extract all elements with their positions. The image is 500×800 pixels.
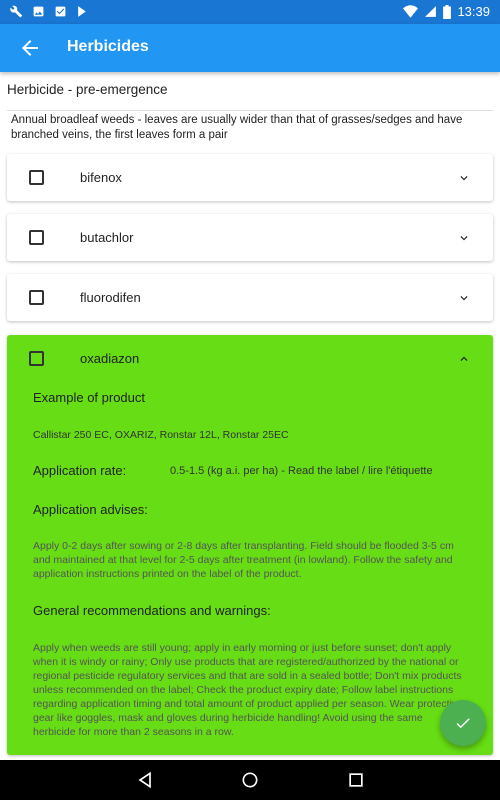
wifi-icon — [403, 5, 419, 18]
check-icon — [456, 718, 470, 729]
section-description: Annual broadleaf weeds - leaves are usua… — [11, 114, 463, 141]
wrench-icon — [10, 5, 23, 18]
herbicide-item-butachlor[interactable]: butachlor — [7, 214, 493, 261]
status-time: 13:39 — [457, 4, 490, 19]
recommendations-text: Apply when weeds are still young; apply … — [33, 642, 463, 738]
signal-icon — [425, 6, 437, 17]
app-bar: Herbicides — [0, 24, 500, 72]
rate-label: Application rate: — [33, 463, 127, 478]
play-store-icon — [78, 6, 86, 17]
item-checkbox[interactable] — [29, 170, 44, 185]
rate-value: 0.5-1.5 (kg a.i. per ha) - Read the labe… — [170, 465, 433, 477]
herbicide-item-bifenox[interactable]: bifenox — [7, 154, 493, 201]
herbicide-item-oxadiazon[interactable]: oxadiazon Example of product Callistar 2… — [7, 335, 493, 755]
chevron-down-icon[interactable] — [457, 291, 471, 305]
section-title: Herbicide - pre-emergence — [7, 82, 168, 97]
home-nav-icon[interactable] — [240, 770, 260, 790]
image-icon — [33, 6, 44, 17]
chevron-down-icon[interactable] — [457, 231, 471, 245]
example-label: Example of product — [33, 390, 146, 405]
item-checkbox[interactable] — [29, 230, 44, 245]
item-name: fluorodifen — [80, 290, 141, 305]
example-value: Callistar 250 EC, OXARIZ, Ronstar 12L, R… — [33, 429, 289, 441]
status-bar: 13:39 — [0, 0, 500, 24]
item-checkbox[interactable] — [29, 290, 44, 305]
system-nav-bar — [0, 760, 500, 800]
herbicide-item-fluorodifen[interactable]: fluorodifen — [7, 274, 493, 321]
main-content[interactable]: Herbicide - pre-emergence Annual broadle… — [0, 72, 500, 760]
item-name: bifenox — [80, 170, 122, 185]
advises-label: Application advises: — [33, 502, 148, 517]
chevron-down-icon[interactable] — [457, 171, 471, 185]
back-nav-icon[interactable] — [135, 770, 155, 790]
item-name: butachlor — [80, 230, 134, 245]
checkbox-notification-icon — [55, 6, 66, 17]
item-name: oxadiazon — [80, 351, 140, 366]
confirm-fab[interactable] — [440, 700, 486, 746]
section-divider — [7, 110, 493, 111]
recents-nav-icon[interactable] — [346, 770, 366, 790]
item-checkbox[interactable] — [29, 351, 44, 366]
advises-text: Apply 0-2 days after sowing or 2-8 days … — [33, 540, 454, 580]
chevron-up-icon[interactable] — [457, 352, 471, 366]
back-arrow-icon[interactable] — [18, 36, 42, 60]
recommendations-label: General recommendations and warnings: — [33, 603, 271, 618]
app-bar-title: Herbicides — [67, 38, 149, 55]
battery-icon — [443, 4, 452, 19]
